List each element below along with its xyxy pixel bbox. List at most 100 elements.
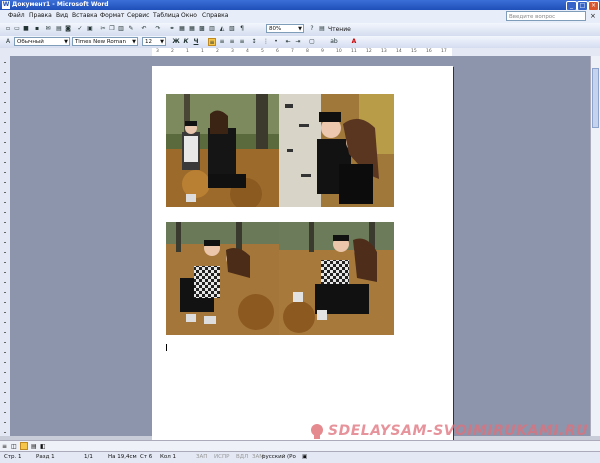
drawing-icon[interactable]: ◭	[218, 25, 226, 33]
paste-icon[interactable]: ▥	[117, 25, 125, 33]
word-app-icon[interactable]: W	[2, 1, 10, 9]
scroll-thumb[interactable]	[592, 68, 599, 128]
insert-table-icon[interactable]: ▦	[188, 25, 196, 33]
ruler-number: 14	[396, 49, 402, 54]
font-color-button[interactable]: A	[350, 38, 358, 46]
menu-view[interactable]: Вид	[56, 12, 68, 19]
open-icon[interactable]: ▭	[13, 25, 21, 33]
outline-view-icon[interactable]: ▤	[31, 443, 37, 450]
menu-insert[interactable]: Вставка	[72, 12, 97, 19]
ruler-number: 6	[276, 49, 279, 54]
permission-icon[interactable]: ▪	[33, 25, 41, 33]
justify-button[interactable]: ≡	[238, 38, 246, 46]
document-page[interactable]	[152, 66, 453, 456]
new-document-icon[interactable]: ▫	[4, 25, 12, 33]
close-document-icon[interactable]: ×	[590, 12, 596, 20]
format-painter-icon[interactable]: ✎	[127, 25, 135, 33]
document-map-icon[interactable]: ▧	[228, 25, 236, 33]
border-icon[interactable]: ▢	[308, 38, 316, 46]
status-language[interactable]: русский (Ро	[262, 454, 296, 460]
photo-hug-leaves[interactable]	[166, 222, 279, 335]
read-icon[interactable]: ▤	[318, 25, 326, 33]
menu-window[interactable]: Окно	[181, 12, 197, 19]
normal-view-icon[interactable]: ≡	[2, 443, 7, 450]
style-select[interactable]: Обычный ▼	[14, 37, 70, 46]
ruler-margin-right	[452, 48, 600, 56]
menu-file[interactable]: Файл	[8, 12, 25, 19]
menu-edit[interactable]: Правка	[29, 12, 52, 19]
spelling-icon[interactable]: ✓	[76, 25, 84, 33]
ruler-tick	[4, 312, 6, 313]
reading-mode-button[interactable]: Чтение	[328, 26, 351, 33]
insert-excel-icon[interactable]: ▩	[198, 25, 206, 33]
decrease-indent-icon[interactable]: ⇤	[284, 38, 292, 46]
reading-view-icon[interactable]: ◧	[40, 443, 46, 450]
status-track-changes[interactable]: ИСПР	[214, 454, 229, 460]
ruler-tick	[4, 152, 6, 153]
spelling-status-icon[interactable]: ▣	[302, 454, 307, 460]
research-icon[interactable]: ▣	[86, 25, 94, 33]
help-icon[interactable]: ?	[308, 25, 316, 33]
italic-button[interactable]: К	[182, 38, 190, 46]
ruler-number: 16	[426, 49, 432, 54]
ruler-number: 13	[381, 49, 387, 54]
ruler-margin-left	[0, 48, 152, 56]
status-rec[interactable]: ЗАП	[196, 454, 207, 460]
email-icon[interactable]: ✉	[44, 25, 52, 33]
ruler-number: 12	[366, 49, 372, 54]
cut-icon[interactable]: ✂	[99, 25, 107, 33]
align-right-button[interactable]: ≡	[228, 38, 236, 46]
copy-icon[interactable]: ❐	[108, 25, 116, 33]
align-center-button[interactable]: ≡	[218, 38, 226, 46]
line-spacing-icon[interactable]: ↕	[250, 38, 258, 46]
ruler-number: 1	[186, 49, 189, 54]
undo-icon[interactable]: ↶	[140, 25, 148, 33]
menu-bar: Файл Правка Вид Вставка Формат Сервис Та…	[0, 10, 600, 24]
ruler-tick	[4, 62, 6, 63]
ruler-tick	[4, 262, 6, 263]
redo-icon[interactable]: ↷	[154, 25, 162, 33]
standard-toolbar: ▫ ▭ ■ ▪ ✉ ▤ ◙ ✓ ▣ ✂ ❐ ▥ ✎ ↶ ↷ ⚭ ▦ ▦ ▩ ▥ …	[0, 23, 600, 37]
align-left-button[interactable]: ≡	[208, 38, 216, 46]
ruler-tick	[4, 122, 6, 123]
photo-autumn-park[interactable]	[166, 94, 279, 207]
increase-indent-icon[interactable]: ⇥	[294, 38, 302, 46]
bold-button[interactable]: Ж	[172, 38, 180, 46]
print-icon[interactable]: ▤	[55, 25, 63, 33]
columns-icon[interactable]: ▥	[208, 25, 216, 33]
styles-formatting-icon[interactable]: A	[4, 38, 12, 46]
save-icon[interactable]: ■	[22, 25, 30, 33]
photo-sitting-leaves[interactable]	[279, 222, 394, 335]
ruler-tick	[4, 342, 6, 343]
print-layout-view-icon[interactable]	[20, 442, 28, 450]
font-select[interactable]: Times New Roman ▼	[72, 37, 138, 46]
bullets-icon[interactable]: •	[272, 38, 280, 46]
ruler-tick	[4, 72, 6, 73]
menu-format[interactable]: Формат	[100, 12, 124, 19]
menu-tools[interactable]: Сервис	[127, 12, 149, 19]
zoom-select[interactable]: 80% ▼	[266, 24, 304, 33]
menu-table[interactable]: Таблица	[153, 12, 180, 19]
menu-help[interactable]: Справка	[202, 12, 228, 19]
title-bar: W Документ1 - Microsoft Word _ □ ×	[0, 0, 600, 11]
tables-borders-icon[interactable]: ▦	[178, 25, 186, 33]
help-search-input[interactable]: Введите вопрос	[506, 11, 586, 21]
highlight-icon[interactable]: ab	[330, 38, 338, 46]
ruler-number: 1	[201, 49, 204, 54]
chevron-down-icon: ▼	[64, 39, 68, 45]
hyperlink-icon[interactable]: ⚭	[168, 25, 176, 33]
underline-button[interactable]: Ч	[192, 38, 200, 46]
web-view-icon[interactable]: ◫	[11, 443, 17, 450]
ruler-tick	[4, 82, 6, 83]
numbering-icon[interactable]: ⋮	[262, 38, 270, 46]
ruler-number: 3	[156, 49, 159, 54]
photo-birch-tree[interactable]	[279, 94, 394, 207]
ruler-tick	[4, 292, 6, 293]
font-size-select[interactable]: 12 ▼	[142, 37, 166, 46]
ruler-number: 5	[261, 49, 264, 54]
ruler-tick	[4, 102, 6, 103]
show-hide-icon[interactable]: ¶	[238, 25, 246, 33]
print-preview-icon[interactable]: ◙	[64, 25, 72, 33]
vertical-scrollbar[interactable]	[590, 56, 600, 436]
status-extend[interactable]: ВДЛ	[236, 454, 248, 460]
